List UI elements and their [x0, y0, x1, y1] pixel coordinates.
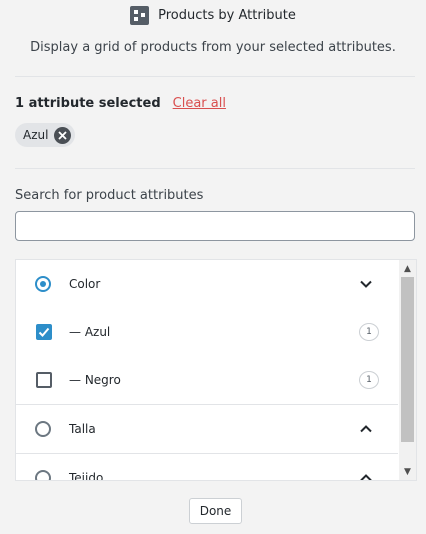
attribute-label: Tejido [69, 471, 104, 481]
scroll-down-arrow-icon[interactable]: ▼ [399, 463, 416, 480]
term-count-badge: 1 [359, 323, 379, 341]
block-title: Products by Attribute [158, 7, 296, 23]
attribute-label: Talla [69, 422, 96, 436]
radio-unselected[interactable] [35, 470, 51, 480]
chevron-up-icon[interactable] [359, 422, 373, 436]
scroll-up-arrow-icon[interactable]: ▲ [399, 260, 416, 277]
radio-selected[interactable] [35, 276, 51, 292]
list-item-color[interactable]: Color [16, 260, 398, 308]
chip-label: Azul [23, 128, 49, 142]
clear-all-link[interactable]: Clear all [173, 96, 226, 111]
block-header: Products by Attribute [0, 0, 426, 30]
attribute-list[interactable]: Color — Azul 1 — Negro 1 Talla Tejido ▲ … [15, 259, 417, 481]
block-description: Display a grid of products from your sel… [30, 40, 396, 55]
remove-circle-icon[interactable] [54, 126, 72, 144]
attribute-term-label: — Negro [69, 373, 121, 387]
selection-summary: 1 attribute selected Clear all [15, 96, 226, 111]
list-item-azul[interactable]: — Azul 1 [16, 308, 398, 356]
attribute-list-items: Color — Azul 1 — Negro 1 Talla Tejido [16, 260, 398, 481]
scrollbar[interactable]: ▲ ▼ [399, 260, 416, 480]
selected-attribute-chip: Azul [15, 123, 76, 147]
attribute-label: Color [69, 277, 101, 291]
checkbox-unchecked[interactable] [36, 372, 52, 388]
scrollbar-thumb[interactable] [401, 277, 414, 442]
search-input[interactable] [15, 211, 415, 241]
chevron-up-icon[interactable] [359, 471, 373, 481]
list-item-talla[interactable]: Talla [16, 404, 398, 453]
search-label: Search for product attributes [15, 188, 204, 203]
selected-count-text: 1 attribute selected [15, 96, 161, 111]
attribute-term-label: — Azul [69, 325, 111, 339]
done-button[interactable]: Done [189, 498, 242, 524]
divider [15, 168, 415, 169]
products-by-attribute-block-icon [130, 5, 150, 25]
checkmark-icon [38, 327, 50, 337]
list-item-tejido[interactable]: Tejido [16, 453, 398, 481]
list-item-negro[interactable]: — Negro 1 [16, 356, 398, 404]
chevron-down-icon[interactable] [359, 277, 373, 291]
term-count-badge: 1 [359, 371, 379, 389]
checkbox-checked[interactable] [36, 324, 52, 340]
divider [15, 76, 415, 77]
radio-unselected[interactable] [35, 421, 51, 437]
